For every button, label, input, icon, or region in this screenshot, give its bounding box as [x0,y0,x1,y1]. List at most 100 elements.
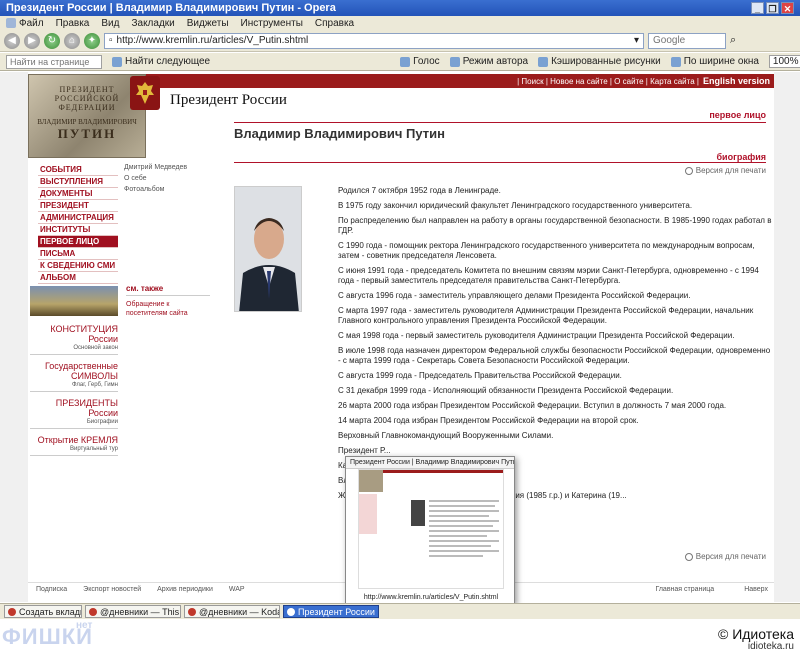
bio-paragraph: С августа 1996 года - заместитель управл… [338,291,691,300]
browser-tab[interactable]: @дневники — This gam... [85,605,181,618]
bio-paragraph: С августа 1999 года - Председатель Прави… [338,371,622,380]
nav-constitution[interactable]: КОНСТИТУЦИЯ России Основной закон [30,324,118,355]
print-version-link-top[interactable]: Версия для печати [684,166,766,175]
idioteka-label: © Идиотека [718,626,794,642]
menu-view[interactable]: Вид [101,18,119,29]
left-nav-item[interactable]: ДОКУМЕНТЫ [38,188,118,200]
tab-label: @дневники — This gam... [100,606,180,617]
browser-tab[interactable]: @дневники — Kodai Ha... [184,605,280,618]
reload-button[interactable]: ↻ [44,32,60,49]
sub-nav-photoalbum[interactable]: Фотоальбом [124,184,204,195]
print-version-link-bottom[interactable]: Версия для печати [684,552,766,561]
menu-tools[interactable]: Инструменты [241,18,303,29]
bio-paragraph: 14 марта 2004 года избран Президентом Ро… [338,416,639,425]
menu-widgets[interactable]: Виджеты [187,18,229,29]
voice-button[interactable]: Голос [400,56,440,67]
bio-paragraph: С июня 1991 года - председатель Комитета… [338,266,759,285]
tab-preview-url: http://www.kremlin.ru/articles/V_Putin.s… [363,594,499,601]
kremlin-image [30,286,118,316]
bio-paragraph: По распределению был направлен на работу… [338,216,772,235]
nav-kremlin-tour[interactable]: Открытие КРЕМЛЯ Виртуальный тур [30,435,118,456]
bio-paragraph: 26 марта 2000 года избран Президентом Ро… [338,401,727,410]
address-field[interactable]: ▫ http://www.kremlin.ru/articles/V_Putin… [104,32,644,49]
fishki-net-label: нет [76,620,93,631]
divider [234,162,766,163]
window-titlebar: Президент России | Владимир Владимирович… [0,0,800,16]
window-controls: _ ❐ ✕ [751,2,794,14]
sub-nav-medvedev[interactable]: Дмитрий Медведев [124,162,204,173]
left-nav-item[interactable]: ПЕРВОЕ ЛИЦО [38,236,118,248]
bio-paragraph: С 31 декабря 1999 года - Исполняющий обя… [338,386,674,395]
home-button[interactable]: ⌂ [64,32,80,49]
new-tab-button[interactable]: Создать вкладку [4,605,82,618]
footer-archive[interactable]: Архив периодики [157,586,213,593]
fit-width-icon [670,56,681,67]
search-go-icon[interactable]: ⌕ [730,34,736,47]
bio-paragraph: Верховный Главнокомандующий Вооруженными… [338,431,554,440]
print-version-label: Версия для печати [695,552,766,561]
see-also-link[interactable]: Обращение к посетителям сайта [126,300,210,318]
left-nav-item[interactable]: ПИСЬМА [38,248,118,260]
tab-label: @дневники — Kodai Ha... [199,606,279,617]
address-dropdown-icon[interactable]: ▾ [634,35,639,46]
plaque-line-3: ВЛАДИМИР ВЛАДИМИРОВИЧ [37,118,137,126]
nav-symbols[interactable]: Государственные СИМВОЛЫ Флаг, Герб, Гимн [30,361,118,392]
wand-button[interactable]: ✦ [84,32,100,49]
back-button[interactable]: ◀ [4,32,20,49]
close-button[interactable]: ✕ [781,2,794,14]
nav-presidents[interactable]: ПРЕЗИДЕНТЫ России Биографии [30,398,118,429]
cached-images-label: Кэшированные рисунки [551,56,661,67]
bio-paragraph: С 1990 года - помощник ректора Ленинград… [338,241,755,260]
footer-home[interactable]: Главная страница [655,586,714,593]
left-nav-item[interactable]: АДМИНИСТРАЦИЯ [38,212,118,224]
president-plaque: ПРЕЗИДЕНТ РОССИЙСКОЙ ФЕДЕРАЦИИ ВЛАДИМИР … [28,74,146,158]
watermark-strip: ФИШКИ нет © Идиотека idioteka.ru [0,620,800,654]
top-links[interactable]: | Поиск | Новое на сайте | О сайте | Кар… [517,77,699,86]
left-nav-item[interactable]: ПРЕЗИДЕНТ [38,200,118,212]
idioteka-url: idioteka.ru [747,641,794,652]
author-mode-icon [449,56,460,67]
sub-navigation: Дмитрий Медведев О себе Фотоальбом [124,162,204,195]
minimize-button[interactable]: _ [751,2,764,14]
images-icon [538,56,549,67]
left-nav-item[interactable]: К СВЕДЕНИЮ СМИ [38,260,118,272]
bio-paragraph: С мая 1998 года - первый заместитель рук… [338,331,735,340]
tab-favicon-icon [188,607,196,616]
english-version-link[interactable]: English version [703,76,770,86]
browser-tab[interactable]: Президент России | Вла... [283,605,379,618]
fit-width-button[interactable]: По ширине окна [670,56,759,67]
plaque-line-4: ПУТИН [57,126,117,141]
menu-edit[interactable]: Правка [56,18,90,29]
tab-bar: Создать вкладку @дневники — This gam... @д… [0,603,800,619]
find-in-page-input[interactable] [6,54,102,69]
author-mode-button[interactable]: Режим автора [449,56,528,67]
footer-wap[interactable]: WAP [229,586,245,593]
footer-top[interactable]: Наверх [744,586,768,593]
left-nav-item[interactable]: СОБЫТИЯ [38,164,118,176]
sub-nav-about[interactable]: О себе [124,173,204,184]
forward-button[interactable]: ▶ [24,32,40,49]
find-next-button[interactable]: Найти следующее [112,56,210,67]
maximize-button[interactable]: ❐ [766,2,779,14]
menu-help[interactable]: Справка [315,18,354,29]
divider [234,122,766,123]
page-icon: ▫ [109,35,113,46]
left-navigation: СОБЫТИЯ ВЫСТУПЛЕНИЯ ДОКУМЕНТЫ ПРЕЗИДЕНТ АДМИ… [38,164,118,284]
menu-bookmarks[interactable]: Закладки [131,18,174,29]
zoom-select[interactable]: 100% [768,55,800,68]
search-input[interactable] [648,32,726,49]
secondary-toolbar: Найти следующее Голос Режим автора Кэшир… [0,53,800,71]
tab-favicon-icon [89,607,97,616]
site-title[interactable]: Президент России [170,92,287,109]
bio-paragraph: В 1975 году закончил юридический факульт… [338,201,693,210]
see-also-header: см. также [126,284,210,296]
footer-news-export[interactable]: Экспорт новостей [83,586,141,593]
left-nav-item[interactable]: АЛЬБОМ [38,272,118,284]
footer-subscription[interactable]: Подписка [36,586,67,593]
plaque-line-1: ПРЕЗИДЕНТ [59,85,115,94]
cached-images-button[interactable]: Кэшированные рисунки [538,56,661,67]
menu-bar: Файл Правка Вид Закладки Виджеты Инструм… [0,16,800,30]
menu-file[interactable]: Файл [6,18,44,29]
left-nav-item[interactable]: ИНСТИТУТЫ [38,224,118,236]
left-nav-item[interactable]: ВЫСТУПЛЕНИЯ [38,176,118,188]
